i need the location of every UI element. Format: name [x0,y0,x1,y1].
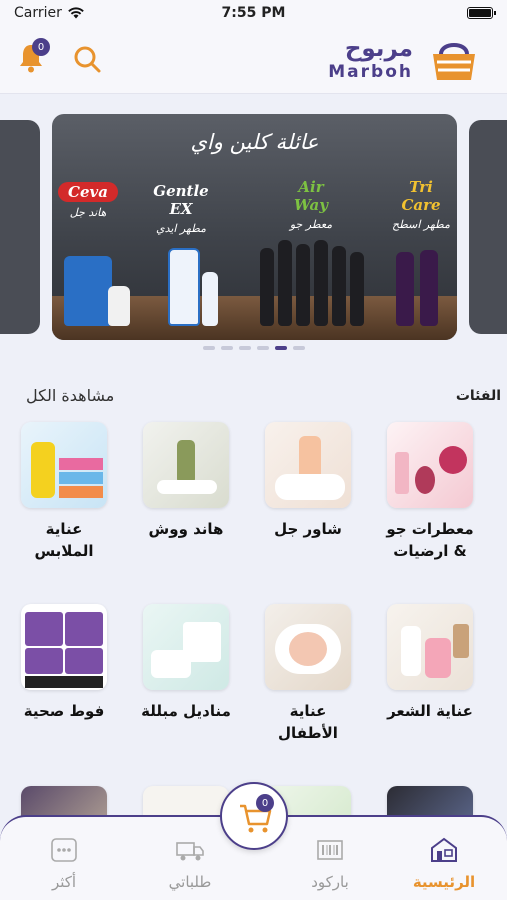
category-baby-care[interactable]: عناية الأطفال [258,604,358,744]
brand-name: Tri Care [401,178,441,214]
category-label: فوط صحية [23,702,105,720]
nav-barcode[interactable]: باركود [290,837,370,891]
brand-ceva: Ceva هاند جل [58,182,118,219]
air-way-bottle-image [350,252,364,326]
logo-english: Marboh [328,62,413,82]
ceva-box-image [64,256,112,326]
status-bar: Carrier 7:55 PM [0,0,507,26]
air-way-bottle-image [296,244,310,326]
tri-care-bottle-image [420,250,438,326]
search-button[interactable] [72,44,106,78]
category-sanitary-pads[interactable]: فوط صحية [14,604,114,722]
carousel-dot[interactable] [220,346,233,350]
app-logo: مربوح Marboh [319,34,479,88]
brand-sub: مطهر اسطح [392,218,450,231]
cart-button[interactable]: 0 [220,782,288,850]
carousel-dot-active[interactable] [274,346,287,350]
gentle-ex-small-bottle-image [202,272,218,326]
notification-badge: 0 [32,38,50,56]
brand-sub: مطهر ايدي [155,222,207,235]
brand-sub: معطر جو [289,218,333,231]
carousel-dot[interactable] [202,346,215,350]
category-shower-gel[interactable]: شاور جل [258,422,358,540]
wifi-icon [68,7,84,19]
category-label: شاور جل [274,520,342,538]
category-label: مناديل مبللة [141,702,231,720]
brand-name: Gentle EX [153,182,209,218]
category-air-fresheners[interactable]: معطرات جو & ارضيات [380,422,480,562]
see-all-link[interactable]: مشاهدة الكل [26,386,114,405]
category-image [143,604,229,690]
category-image [387,422,473,508]
ceva-pack-image [108,286,130,326]
battery-icon [467,7,496,19]
promo-banner[interactable]: عائلة كلين واي Ceva هاند جل Gentle EX مط… [52,114,457,340]
category-image [265,604,351,690]
category-image [21,604,107,690]
carousel-next-slide[interactable] [469,120,507,334]
carousel-previous-slide[interactable] [0,120,40,334]
brand-tri-care: Tri Care مطهر اسطح [390,178,452,231]
category-wet-wipes[interactable]: مناديل مبللة [136,604,236,722]
category-label: معطرات جو & ارضيات [386,520,474,560]
brand-sub: هاند جل [69,206,107,219]
search-icon [74,46,101,73]
clock: 7:55 PM [221,5,286,21]
carousel-dot[interactable] [256,346,269,350]
category-image [387,604,473,690]
delivery-truck-icon [176,842,204,861]
category-hair-care[interactable]: عناية الشعر [380,604,480,722]
home-store-icon [431,837,457,862]
category-label: عناية الملابس [34,520,94,560]
categories-title: الفئات [455,388,501,404]
nav-more[interactable]: أكثر [24,837,104,891]
brand-gentle-ex: Gentle EX مطهر ايدي [146,182,216,235]
category-image [265,422,351,508]
nav-orders-label: طلباتي [168,873,212,891]
nav-barcode-label: باركود [311,873,349,891]
category-image [143,422,229,508]
nav-home[interactable]: الرئيسية [404,837,484,891]
category-label: هاند ووش [148,520,224,538]
category-label: عناية الأطفال [278,702,338,742]
air-way-bottle-image [314,240,328,326]
brand-name: Air Way [294,178,328,214]
banner-headline: عائلة كلين واي [190,130,319,154]
more-dots-icon [51,838,77,862]
cart-badge: 0 [256,794,274,812]
category-hand-wash[interactable]: هاند ووش [136,422,236,540]
carrier-label: Carrier [14,5,62,21]
tri-care-bottle-image [396,252,414,326]
brand-air-way: Air Way معطر جو [280,178,342,231]
air-way-bottle-image [332,246,346,326]
basket-logo-icon [433,43,475,80]
air-way-bottle-image [278,240,292,326]
air-way-bottle-image [260,248,274,326]
nav-home-label: الرئيسية [412,873,476,891]
notifications-button[interactable]: 0 [16,38,50,76]
barcode-icon [317,840,343,860]
gentle-ex-bottle-image [168,248,200,326]
carousel-dot[interactable] [238,346,251,350]
category-image [21,422,107,508]
category-label: عناية الشعر [387,702,473,720]
nav-orders[interactable]: طلباتي [150,837,230,891]
nav-more-label: أكثر [51,873,77,891]
brand-name: Ceva [58,182,118,202]
category-laundry-care[interactable]: عناية الملابس [14,422,114,562]
logo-arabic: مربوح [344,36,413,62]
carousel-dot[interactable] [292,346,305,350]
app-header: 0 مربوح Marboh [0,26,507,94]
carousel-indicator [0,346,507,350]
